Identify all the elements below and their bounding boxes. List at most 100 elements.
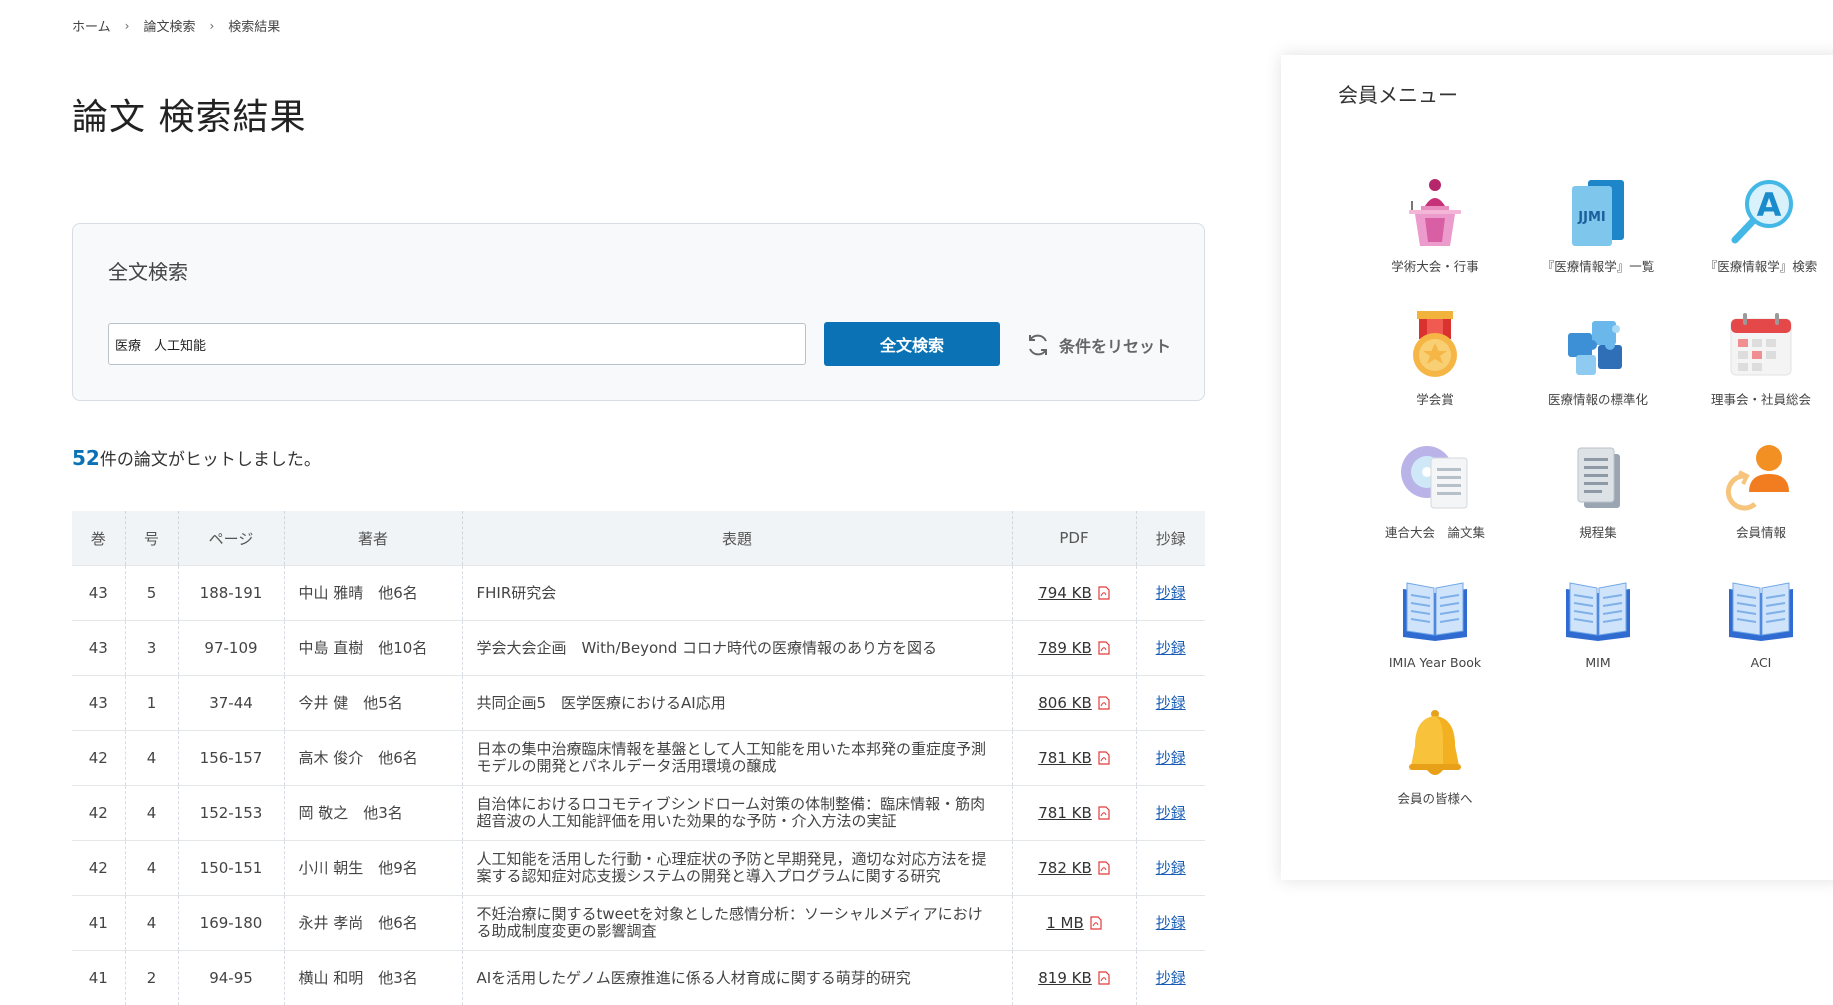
open-book-icon <box>1725 575 1797 647</box>
abstract-link[interactable]: 抄録 <box>1156 804 1186 822</box>
search-panel-title: 全文検索 <box>108 256 188 285</box>
menu-item-member-info[interactable]: 会員情報 <box>1676 442 1833 541</box>
table-row: 435188-191中山 雅晴 他6名FHIR研究会794 KB抄録 <box>72 566 1205 621</box>
cell-pages: 97-109 <box>178 621 284 676</box>
menu-item-journal-search[interactable]: A 『医療情報学』検索 <box>1676 176 1833 275</box>
column-header-issue: 号 <box>125 511 178 566</box>
bell-icon <box>1399 708 1471 780</box>
menu-item-label: 『医療情報学』一覧 <box>1542 259 1655 274</box>
menu-item-imia-yearbook[interactable]: IMIA Year Book <box>1350 575 1520 670</box>
cell-abstract: 抄録 <box>1136 566 1205 621</box>
menu-item-label: IMIA Year Book <box>1389 655 1481 670</box>
pdf-file-icon[interactable] <box>1098 861 1110 875</box>
cell-pdf: 819 KB <box>1012 951 1136 1005</box>
pdf-download-link[interactable]: 1 MB <box>1046 914 1084 932</box>
column-header-author: 著者 <box>284 511 462 566</box>
cell-pages: 169-180 <box>178 896 284 951</box>
pdf-file-icon[interactable] <box>1090 916 1102 930</box>
menu-item-mim[interactable]: MIM <box>1513 575 1683 670</box>
pdf-file-icon[interactable] <box>1098 806 1110 820</box>
menu-item-label: 学会賞 <box>1416 392 1454 407</box>
breadcrumb-section[interactable]: 論文検索 <box>143 16 195 35</box>
pdf-download-link[interactable]: 789 KB <box>1038 639 1092 657</box>
column-header-pages: ページ <box>178 511 284 566</box>
cell-issue: 4 <box>125 731 178 786</box>
cell-pdf: 782 KB <box>1012 841 1136 896</box>
pdf-download-link[interactable]: 781 KB <box>1038 804 1092 822</box>
menu-item-label: 学術大会・行事 <box>1391 259 1479 274</box>
hit-count: 52 <box>72 446 100 470</box>
table-row: 43397-109中島 直樹 他10名学会大会企画 With/Beyond コロ… <box>72 621 1205 676</box>
pdf-file-icon[interactable] <box>1098 751 1110 765</box>
menu-item-label: 『医療情報学』検索 <box>1705 259 1818 274</box>
cell-title: AIを活用したゲノム医療推進に係る人材育成に関する萌芽的研究 <box>462 951 1012 1005</box>
pdf-download-link[interactable]: 819 KB <box>1038 969 1092 987</box>
menu-item-aci[interactable]: ACI <box>1676 575 1833 670</box>
cell-pdf: 781 KB <box>1012 731 1136 786</box>
cell-title: 人工知能を活用した行動・心理症状の予防と早期発見，適切な対応方法を提案する認知症… <box>462 841 1012 896</box>
pdf-download-link[interactable]: 806 KB <box>1038 694 1092 712</box>
cell-volume: 41 <box>72 896 125 951</box>
cell-pages: 150-151 <box>178 841 284 896</box>
menu-item-label: 連合大会 論文集 <box>1385 525 1485 540</box>
cell-volume: 42 <box>72 731 125 786</box>
cell-abstract: 抄録 <box>1136 731 1205 786</box>
pdf-file-icon[interactable] <box>1098 641 1110 655</box>
search-letter: A <box>1757 186 1782 224</box>
menu-item-regulations[interactable]: 規程集 <box>1513 442 1683 541</box>
abstract-link[interactable]: 抄録 <box>1156 584 1186 602</box>
jjmi-journal-icon: JJMI <box>1562 176 1634 248</box>
breadcrumb-home[interactable]: ホーム <box>72 16 111 35</box>
reset-conditions-button[interactable]: 条件をリセット <box>1025 332 1171 358</box>
cell-author: 小川 朝生 他9名 <box>284 841 462 896</box>
menu-item-standardization[interactable]: 医療情報の標準化 <box>1513 309 1683 408</box>
page-title: 論文 検索結果 <box>72 88 306 140</box>
cell-author: 中山 雅晴 他6名 <box>284 566 462 621</box>
cell-abstract: 抄録 <box>1136 676 1205 731</box>
table-row: 43137-44今井 健 他5名共同企画5 医学医療におけるAI応用806 KB… <box>72 676 1205 731</box>
abstract-link[interactable]: 抄録 <box>1156 859 1186 877</box>
abstract-link[interactable]: 抄録 <box>1156 969 1186 987</box>
pdf-file-icon[interactable] <box>1098 971 1110 985</box>
cell-issue: 5 <box>125 566 178 621</box>
menu-item-journal-list[interactable]: JJMI 『医療情報学』一覧 <box>1513 176 1683 275</box>
member-menu-panel: 会員メニュー 学術大会・行事 JJMI 『医療情報学』一覧 A 『医療情報学』検… <box>1281 55 1833 880</box>
column-header-volume: 巻 <box>72 511 125 566</box>
pdf-file-icon[interactable] <box>1098 586 1110 600</box>
cell-issue: 1 <box>125 676 178 731</box>
menu-item-academic-meetings[interactable]: 学術大会・行事 <box>1350 176 1520 275</box>
menu-item-label: 会員情報 <box>1736 525 1786 540</box>
menu-item-joint-conference-papers[interactable]: 連合大会 論文集 <box>1350 442 1520 541</box>
pdf-download-link[interactable]: 794 KB <box>1038 584 1092 602</box>
pdf-file-icon[interactable] <box>1098 696 1110 710</box>
member-menu-title: 会員メニュー <box>1338 79 1458 108</box>
search-input-value: 医療 人工知能 <box>115 335 206 354</box>
cd-document-icon <box>1399 442 1471 514</box>
pdf-download-link[interactable]: 782 KB <box>1038 859 1092 877</box>
calendar-icon <box>1725 309 1797 381</box>
cell-title: FHIR研究会 <box>462 566 1012 621</box>
search-input[interactable]: 医療 人工知能 <box>108 323 806 365</box>
menu-item-label: ACI <box>1751 655 1772 670</box>
fulltext-search-button[interactable]: 全文検索 <box>824 322 1000 366</box>
fulltext-search-panel: 全文検索 医療 人工知能 全文検索 条件をリセット <box>72 223 1205 401</box>
menu-item-board-meeting[interactable]: 理事会・社員総会 <box>1676 309 1833 408</box>
cell-pages: 156-157 <box>178 731 284 786</box>
cell-abstract: 抄録 <box>1136 841 1205 896</box>
breadcrumb-current: 検索結果 <box>228 16 280 35</box>
cell-volume: 43 <box>72 621 125 676</box>
cell-title: 学会大会企画 With/Beyond コロナ時代の医療情報のあり方を図る <box>462 621 1012 676</box>
cell-pages: 188-191 <box>178 566 284 621</box>
reset-label: 条件をリセット <box>1059 333 1171 357</box>
cell-author: 横山 和明 他3名 <box>284 951 462 1005</box>
column-header-pdf: PDF <box>1012 511 1136 566</box>
abstract-link[interactable]: 抄録 <box>1156 639 1186 657</box>
menu-item-society-award[interactable]: 学会賞 <box>1350 309 1520 408</box>
abstract-link[interactable]: 抄録 <box>1156 914 1186 932</box>
menu-item-label: 理事会・社員総会 <box>1711 392 1811 407</box>
abstract-link[interactable]: 抄録 <box>1156 694 1186 712</box>
abstract-link[interactable]: 抄録 <box>1156 749 1186 767</box>
pdf-download-link[interactable]: 781 KB <box>1038 749 1092 767</box>
cell-pdf: 794 KB <box>1012 566 1136 621</box>
menu-item-to-members[interactable]: 会員の皆様へ <box>1350 708 1520 807</box>
